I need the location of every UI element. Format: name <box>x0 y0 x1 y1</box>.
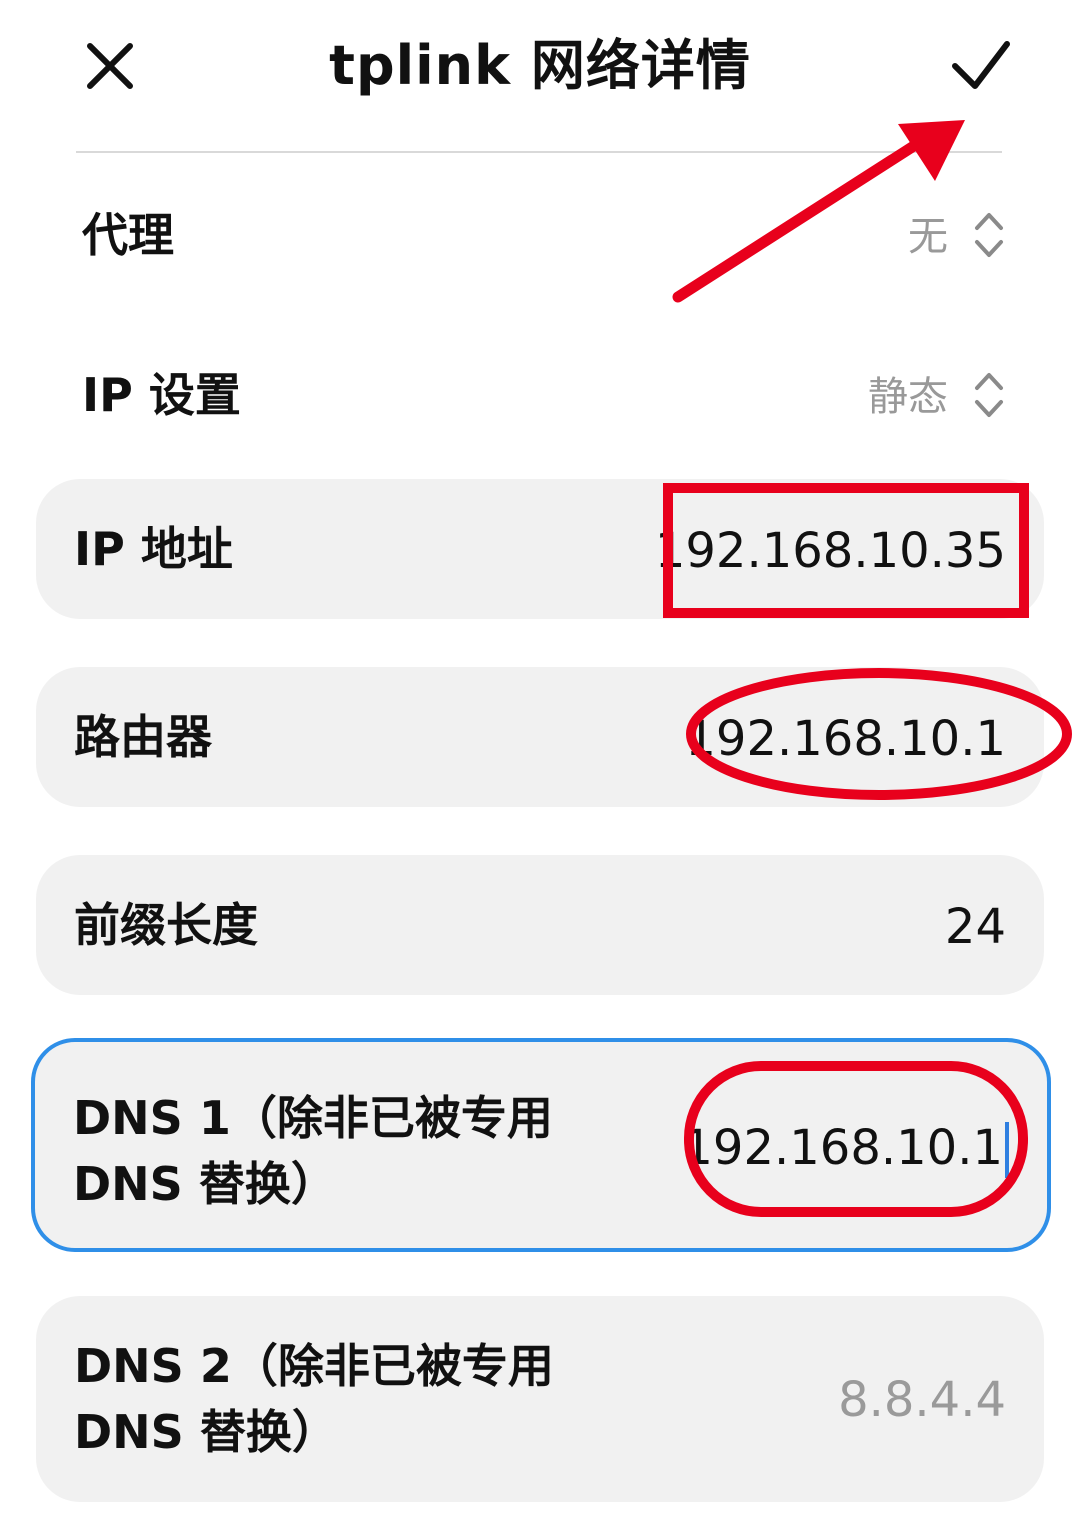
dns1-label-line1: DNS 1（除非已被专用 <box>73 1091 553 1145</box>
up-down-chevron-icon <box>975 373 1003 417</box>
dns2-field[interactable]: DNS 2（除非已被专用 DNS 替换） 8.8.4.4 <box>36 1296 1044 1502</box>
header-divider <box>76 151 1002 153</box>
confirm-button[interactable] <box>945 36 1015 96</box>
checkmark-icon <box>952 41 1010 89</box>
dns2-label-line2: DNS 替换） <box>74 1405 338 1459</box>
gateway-field[interactable]: 路由器 192.168.10.1 <box>36 667 1044 807</box>
prefix-length-value[interactable]: 24 <box>945 895 1006 959</box>
dns1-field[interactable]: DNS 1（除非已被专用 DNS 替换） 192.168.10.1 <box>31 1038 1051 1252</box>
dns1-label-line2: DNS 替换） <box>73 1157 337 1211</box>
ip-settings-label: IP 设置 <box>82 368 241 422</box>
ip-settings-value: 静态 <box>868 374 948 420</box>
prefix-length-field[interactable]: 前缀长度 24 <box>36 855 1044 995</box>
dns2-placeholder[interactable]: 8.8.4.4 <box>838 1368 1006 1432</box>
gateway-label: 路由器 <box>74 710 212 764</box>
ip-address-value[interactable]: 192.168.10.35 <box>655 519 1006 583</box>
proxy-row[interactable]: 代理 无 <box>76 180 1006 290</box>
proxy-label: 代理 <box>82 208 174 262</box>
header-bar: tplink 网络详情 <box>0 0 1080 153</box>
dns2-label-line1: DNS 2（除非已被专用 <box>74 1339 554 1393</box>
text-cursor <box>1005 1122 1009 1178</box>
dns1-value[interactable]: 192.168.10.1 <box>682 1116 1003 1180</box>
proxy-value: 无 <box>908 214 948 260</box>
ip-address-label: IP 地址 <box>74 522 233 576</box>
prefix-length-label: 前缀长度 <box>74 898 258 952</box>
gateway-value[interactable]: 192.168.10.1 <box>685 707 1006 771</box>
page-title: tplink 网络详情 <box>329 34 751 97</box>
ip-address-field[interactable]: IP 地址 192.168.10.35 <box>36 479 1044 619</box>
up-down-chevron-icon <box>975 213 1003 257</box>
network-details-page: tplink 网络详情 代理 无 IP 设置 静态 IP 地址 192.168.… <box>0 0 1080 1537</box>
ip-settings-row[interactable]: IP 设置 静态 <box>76 340 1006 450</box>
